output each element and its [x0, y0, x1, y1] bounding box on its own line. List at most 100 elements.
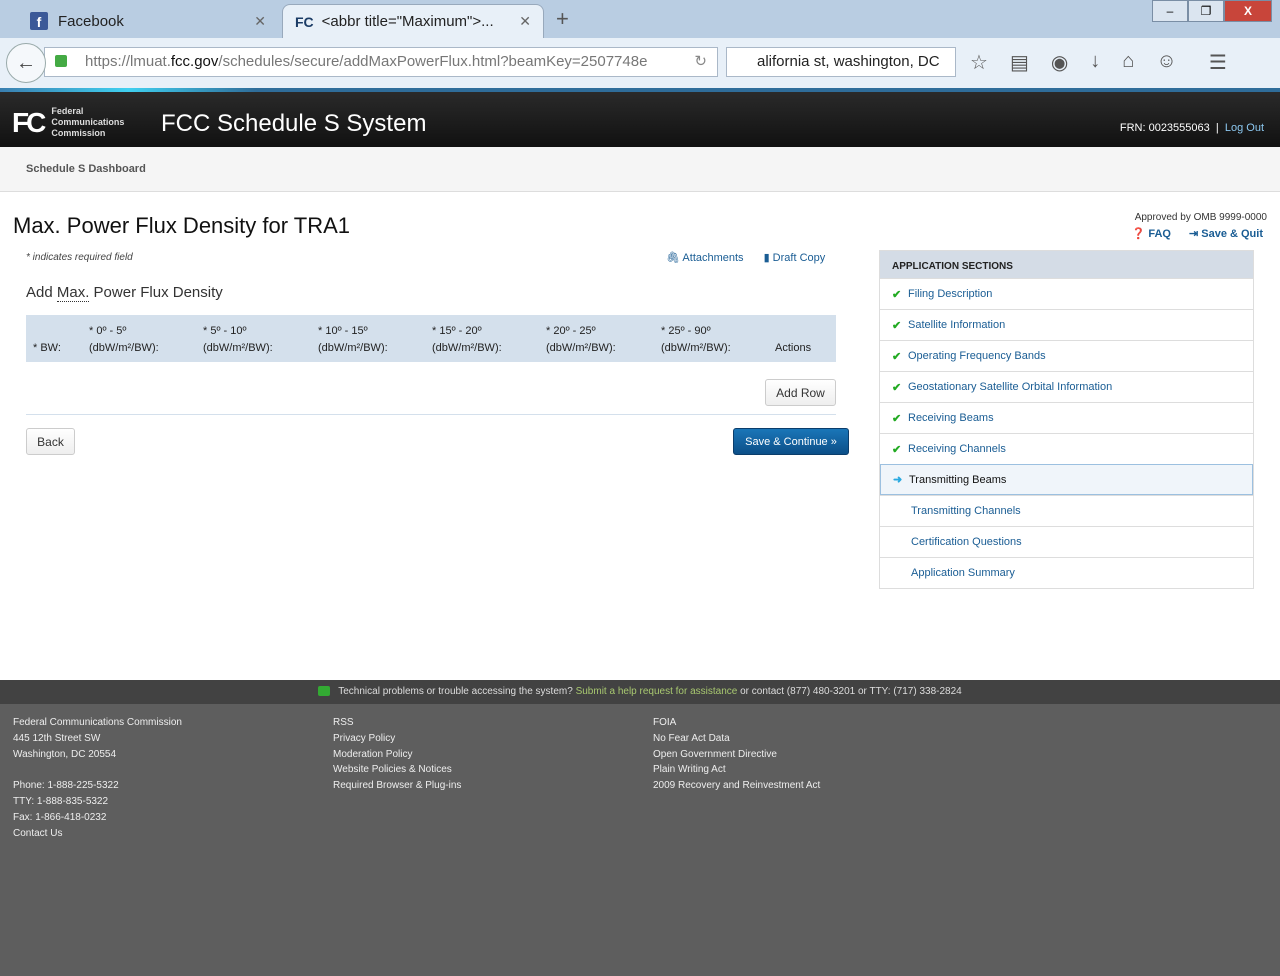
column-unit: Actions: [775, 342, 812, 354]
column-header: * 15º - 20º (dbW/m²/BW):: [432, 323, 502, 357]
column-range: * 25º - 90º: [661, 325, 711, 337]
dashboard-link[interactable]: Schedule S Dashboard: [26, 163, 146, 175]
footer-item[interactable]: RSS: [333, 715, 461, 731]
subnav: Schedule S Dashboard: [0, 147, 1280, 192]
bookmark-star-icon[interactable]: ☆: [970, 50, 988, 75]
check-icon: ✔: [892, 319, 902, 332]
footer-item: TTY: 1-888-835-5322: [13, 795, 109, 807]
footer-item[interactable]: Plain Writing Act: [653, 762, 820, 778]
url-bar[interactable]: https://lmuat.fcc.gov/schedules/secure/a…: [44, 47, 718, 77]
footer: Federal Communications Commission 445 12t…: [0, 704, 1280, 976]
footer-item[interactable]: Contact Us: [13, 826, 182, 842]
back-button[interactable]: Back: [26, 428, 75, 455]
section-item[interactable]: Transmitting Channels: [880, 495, 1253, 526]
section-item[interactable]: ✔ Receiving Beams: [880, 402, 1253, 433]
footer-item[interactable]: Website Policies & Notices: [333, 762, 461, 778]
column-header: * 20º - 25º (dbW/m²/BW):: [546, 323, 616, 357]
add-row-button[interactable]: Add Row: [765, 379, 836, 406]
check-icon: ✔: [892, 288, 902, 301]
close-window-button[interactable]: X: [1224, 0, 1272, 22]
footer-item[interactable]: FOIA: [653, 715, 820, 731]
new-tab-button[interactable]: +: [556, 6, 569, 32]
page-title: Max. Power Flux Density for TRA1: [13, 213, 351, 238]
save-continue-button[interactable]: Save & Continue »: [733, 428, 849, 455]
back-button[interactable]: ←: [6, 43, 46, 83]
tab-fcc[interactable]: FC <abbr title="Maximum">... ✕: [282, 4, 544, 38]
column-unit: (dbW/m²/BW):: [661, 342, 731, 354]
footer-item: 445 12th Street SW: [13, 732, 101, 744]
section-item[interactable]: Application Summary: [880, 557, 1253, 588]
title-prefix: Add: [26, 284, 57, 301]
help-request-link[interactable]: Submit a help request for assistance: [576, 686, 738, 697]
smiley-icon[interactable]: ☺: [1156, 50, 1176, 75]
column-range: * 20º - 25º: [546, 325, 596, 337]
section-item[interactable]: ✔ Operating Frequency Bands: [880, 340, 1253, 371]
section-label: Transmitting Channels: [911, 505, 1021, 517]
app-title: FCC Schedule S System: [161, 110, 427, 137]
help-bar: Technical problems or trouble accessing …: [0, 680, 1280, 704]
column-range: * 15º - 20º: [432, 325, 482, 337]
faq-link[interactable]: ❓ FAQ: [1132, 227, 1171, 240]
check-icon: ✔: [892, 443, 902, 456]
tab-label: Facebook: [58, 12, 124, 30]
frn: FRN: 0023555063: [1119, 122, 1210, 134]
tab-facebook[interactable]: f Facebook ✕: [18, 4, 278, 38]
download-icon[interactable]: ↓: [1090, 50, 1100, 75]
help-text: Technical problems or trouble accessing …: [338, 686, 573, 697]
footer-item: Phone: 1-888-225-5322: [13, 780, 119, 792]
logout-link[interactable]: Log Out: [1225, 122, 1264, 134]
column-header: * 25º - 90º (dbW/m²/BW):: [661, 323, 731, 357]
attachments-link[interactable]: 🖇 Attachments: [666, 251, 744, 264]
arrow-right-icon: ➜: [893, 474, 903, 486]
reload-icon[interactable]: ↻: [694, 48, 707, 76]
nav-bar: https://lmuat.fcc.gov/schedules/secure/a…: [0, 38, 1280, 88]
minimize-button[interactable]: –: [1152, 0, 1188, 22]
menu-icon[interactable]: ☰: [1209, 50, 1227, 75]
footer-item: Fax: 1-866-418-0232: [13, 811, 107, 823]
column-unit: (dbW/m²/BW):: [203, 342, 273, 354]
save-quit-link[interactable]: ⇥ Save & Quit: [1189, 227, 1263, 240]
section-item[interactable]: ➜ Transmitting Beams: [880, 464, 1253, 495]
home-icon[interactable]: ⌂: [1122, 50, 1134, 75]
tab-bar: f Facebook ✕ FC <abbr title="Maximum">... ✕ …: [0, 0, 1280, 38]
section-item[interactable]: ✔ Geostationary Satellite Orbital Informa…: [880, 371, 1253, 402]
column-range: * 0º - 5º: [89, 325, 127, 337]
browser-chrome: f Facebook ✕ FC <abbr title="Maximum">... ✕ …: [0, 0, 1280, 92]
facebook-icon: f: [30, 12, 48, 30]
footer-item[interactable]: 2009 Recovery and Reinvestment Act: [653, 778, 820, 794]
column-unit: (dbW/m²/BW):: [432, 342, 502, 354]
close-tab-icon[interactable]: ✕: [519, 13, 531, 30]
footer-item: Federal Communications Commission: [13, 717, 182, 728]
section-item[interactable]: Certification Questions: [880, 526, 1253, 557]
draft-copy-link[interactable]: ▮ Draft Copy: [764, 251, 826, 264]
restore-button[interactable]: ❐: [1188, 0, 1224, 22]
pocket-icon[interactable]: ◉: [1051, 50, 1068, 75]
footer-item[interactable]: Open Government Directive: [653, 747, 820, 763]
section-item[interactable]: ✔ Receiving Channels: [880, 433, 1253, 464]
footer-item[interactable]: Moderation Policy: [333, 747, 461, 763]
fcc-logo[interactable]: FC Federal Communications Commission: [12, 106, 131, 139]
column-range: * 10º - 15º: [318, 325, 368, 337]
sections-heading: APPLICATION SECTIONS: [880, 251, 1253, 278]
column-header: * BW:: [33, 323, 61, 357]
section-title: Add Max. Power Flux Density: [26, 284, 223, 302]
check-icon: ✔: [892, 412, 902, 425]
column-header: * 5º - 10º (dbW/m²/BW):: [203, 323, 273, 357]
footer-item[interactable]: No Fear Act Data: [653, 731, 820, 747]
title-rest: Power Flux Density: [89, 284, 223, 301]
draft-copy-label: Draft Copy: [772, 252, 826, 264]
section-item[interactable]: ✔ Satellite Information: [880, 309, 1253, 340]
footer-item[interactable]: Privacy Policy: [333, 731, 461, 747]
search-input[interactable]: alifornia st, washington, DC: [726, 47, 956, 77]
footer-item[interactable]: Required Browser & Plug-ins: [333, 778, 461, 794]
column-range: [775, 323, 811, 340]
column-unit: (dbW/m²/BW):: [89, 342, 159, 354]
footer-item: Washington, DC 20554: [13, 748, 117, 760]
section-label: Receiving Channels: [908, 443, 1006, 455]
section-item[interactable]: ✔ Filing Description: [880, 278, 1253, 309]
reading-list-icon[interactable]: ▤: [1010, 50, 1029, 75]
section-label: Transmitting Beams: [909, 473, 1007, 486]
required-note: * indicates required field: [26, 252, 133, 263]
faq-label: FAQ: [1148, 228, 1171, 240]
close-tab-icon[interactable]: ✕: [254, 13, 266, 30]
